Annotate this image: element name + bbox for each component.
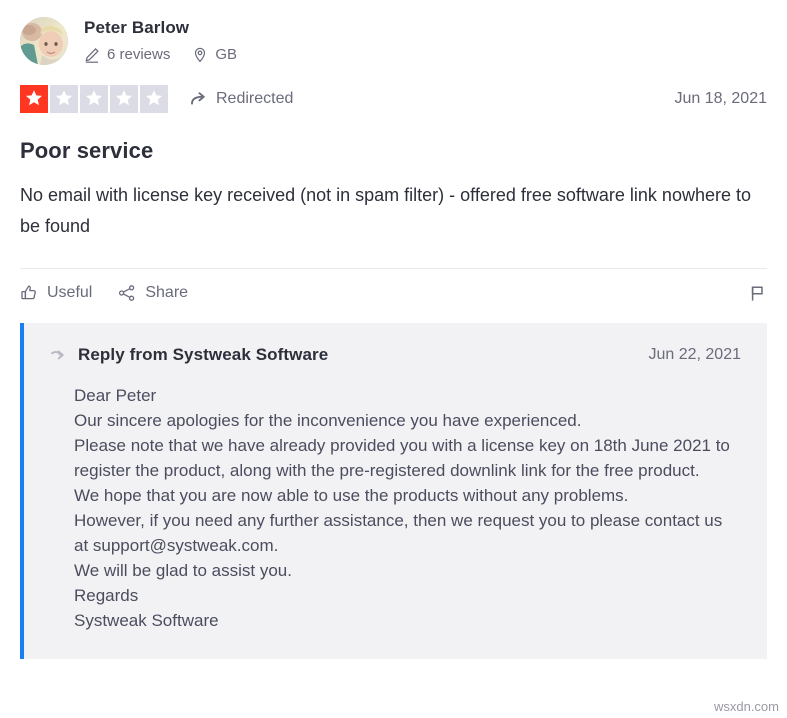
review-card: Peter Barlow 6 reviews GB Redirected Jun… bbox=[0, 0, 787, 659]
business-reply: Reply from Systweak Software Jun 22, 202… bbox=[20, 323, 767, 659]
reply-line: Systweak Software bbox=[74, 611, 219, 630]
curved-arrow-icon bbox=[190, 90, 208, 108]
reply-title: Reply from Systweak Software bbox=[78, 345, 329, 364]
reply-line: Please note that we have already provide… bbox=[74, 436, 730, 480]
star-4 bbox=[110, 85, 138, 113]
reply-header: Reply from Systweak Software Jun 22, 202… bbox=[50, 345, 741, 365]
share-button[interactable]: Share bbox=[118, 284, 188, 302]
thumbs-up-icon bbox=[20, 284, 38, 302]
star-1 bbox=[20, 85, 48, 113]
reply-body: Dear Peter Our sincere apologies for the… bbox=[50, 383, 741, 633]
reply-arrow-icon bbox=[50, 346, 68, 364]
reply-line: Our sincere apologies for the inconvenie… bbox=[74, 411, 582, 430]
review-body: No email with license key received (not … bbox=[20, 185, 751, 236]
user-photo-avatar bbox=[20, 17, 68, 65]
consumer-meta: 6 reviews GB bbox=[84, 46, 237, 64]
consumer-name[interactable]: Peter Barlow bbox=[84, 18, 237, 38]
report-button[interactable] bbox=[748, 284, 767, 303]
flag-icon bbox=[748, 284, 767, 303]
consumer-info: Peter Barlow 6 reviews GB bbox=[84, 18, 237, 64]
reply-line: However, if you need any further assista… bbox=[74, 511, 723, 555]
star-3 bbox=[80, 85, 108, 113]
map-pin-icon bbox=[192, 47, 208, 63]
pencil-icon bbox=[84, 47, 100, 63]
reply-line: Regards bbox=[74, 586, 139, 605]
reply-line: We will be glad to assist you. bbox=[74, 561, 292, 580]
reply-line: Dear Peter bbox=[74, 386, 157, 405]
actions-bar: Useful Share bbox=[20, 269, 767, 317]
reviews-count: 6 reviews bbox=[84, 46, 170, 64]
consumer-header: Peter Barlow 6 reviews GB bbox=[20, 0, 767, 72]
rating-row: Redirected Jun 18, 2021 bbox=[20, 78, 767, 120]
reviews-count-label: 6 reviews bbox=[107, 46, 171, 63]
star-5 bbox=[140, 85, 168, 113]
share-label: Share bbox=[145, 284, 189, 301]
consumer-location: GB bbox=[192, 46, 237, 64]
watermark: wsxdn.com bbox=[713, 699, 779, 714]
redirected-badge: Redirected bbox=[190, 90, 293, 108]
useful-button[interactable]: Useful bbox=[20, 284, 92, 302]
consumer-location-label: GB bbox=[215, 46, 238, 63]
review-date: Jun 18, 2021 bbox=[674, 90, 767, 107]
avatar[interactable] bbox=[20, 17, 68, 65]
star-2 bbox=[50, 85, 78, 113]
reply-date: Jun 22, 2021 bbox=[648, 346, 741, 363]
review-title[interactable]: Poor service bbox=[20, 138, 767, 164]
share-nodes-icon bbox=[118, 284, 136, 302]
redirected-label: Redirected bbox=[216, 90, 294, 107]
useful-label: Useful bbox=[47, 284, 93, 301]
star-rating bbox=[20, 85, 168, 113]
reply-line: We hope that you are now able to use the… bbox=[74, 486, 629, 505]
